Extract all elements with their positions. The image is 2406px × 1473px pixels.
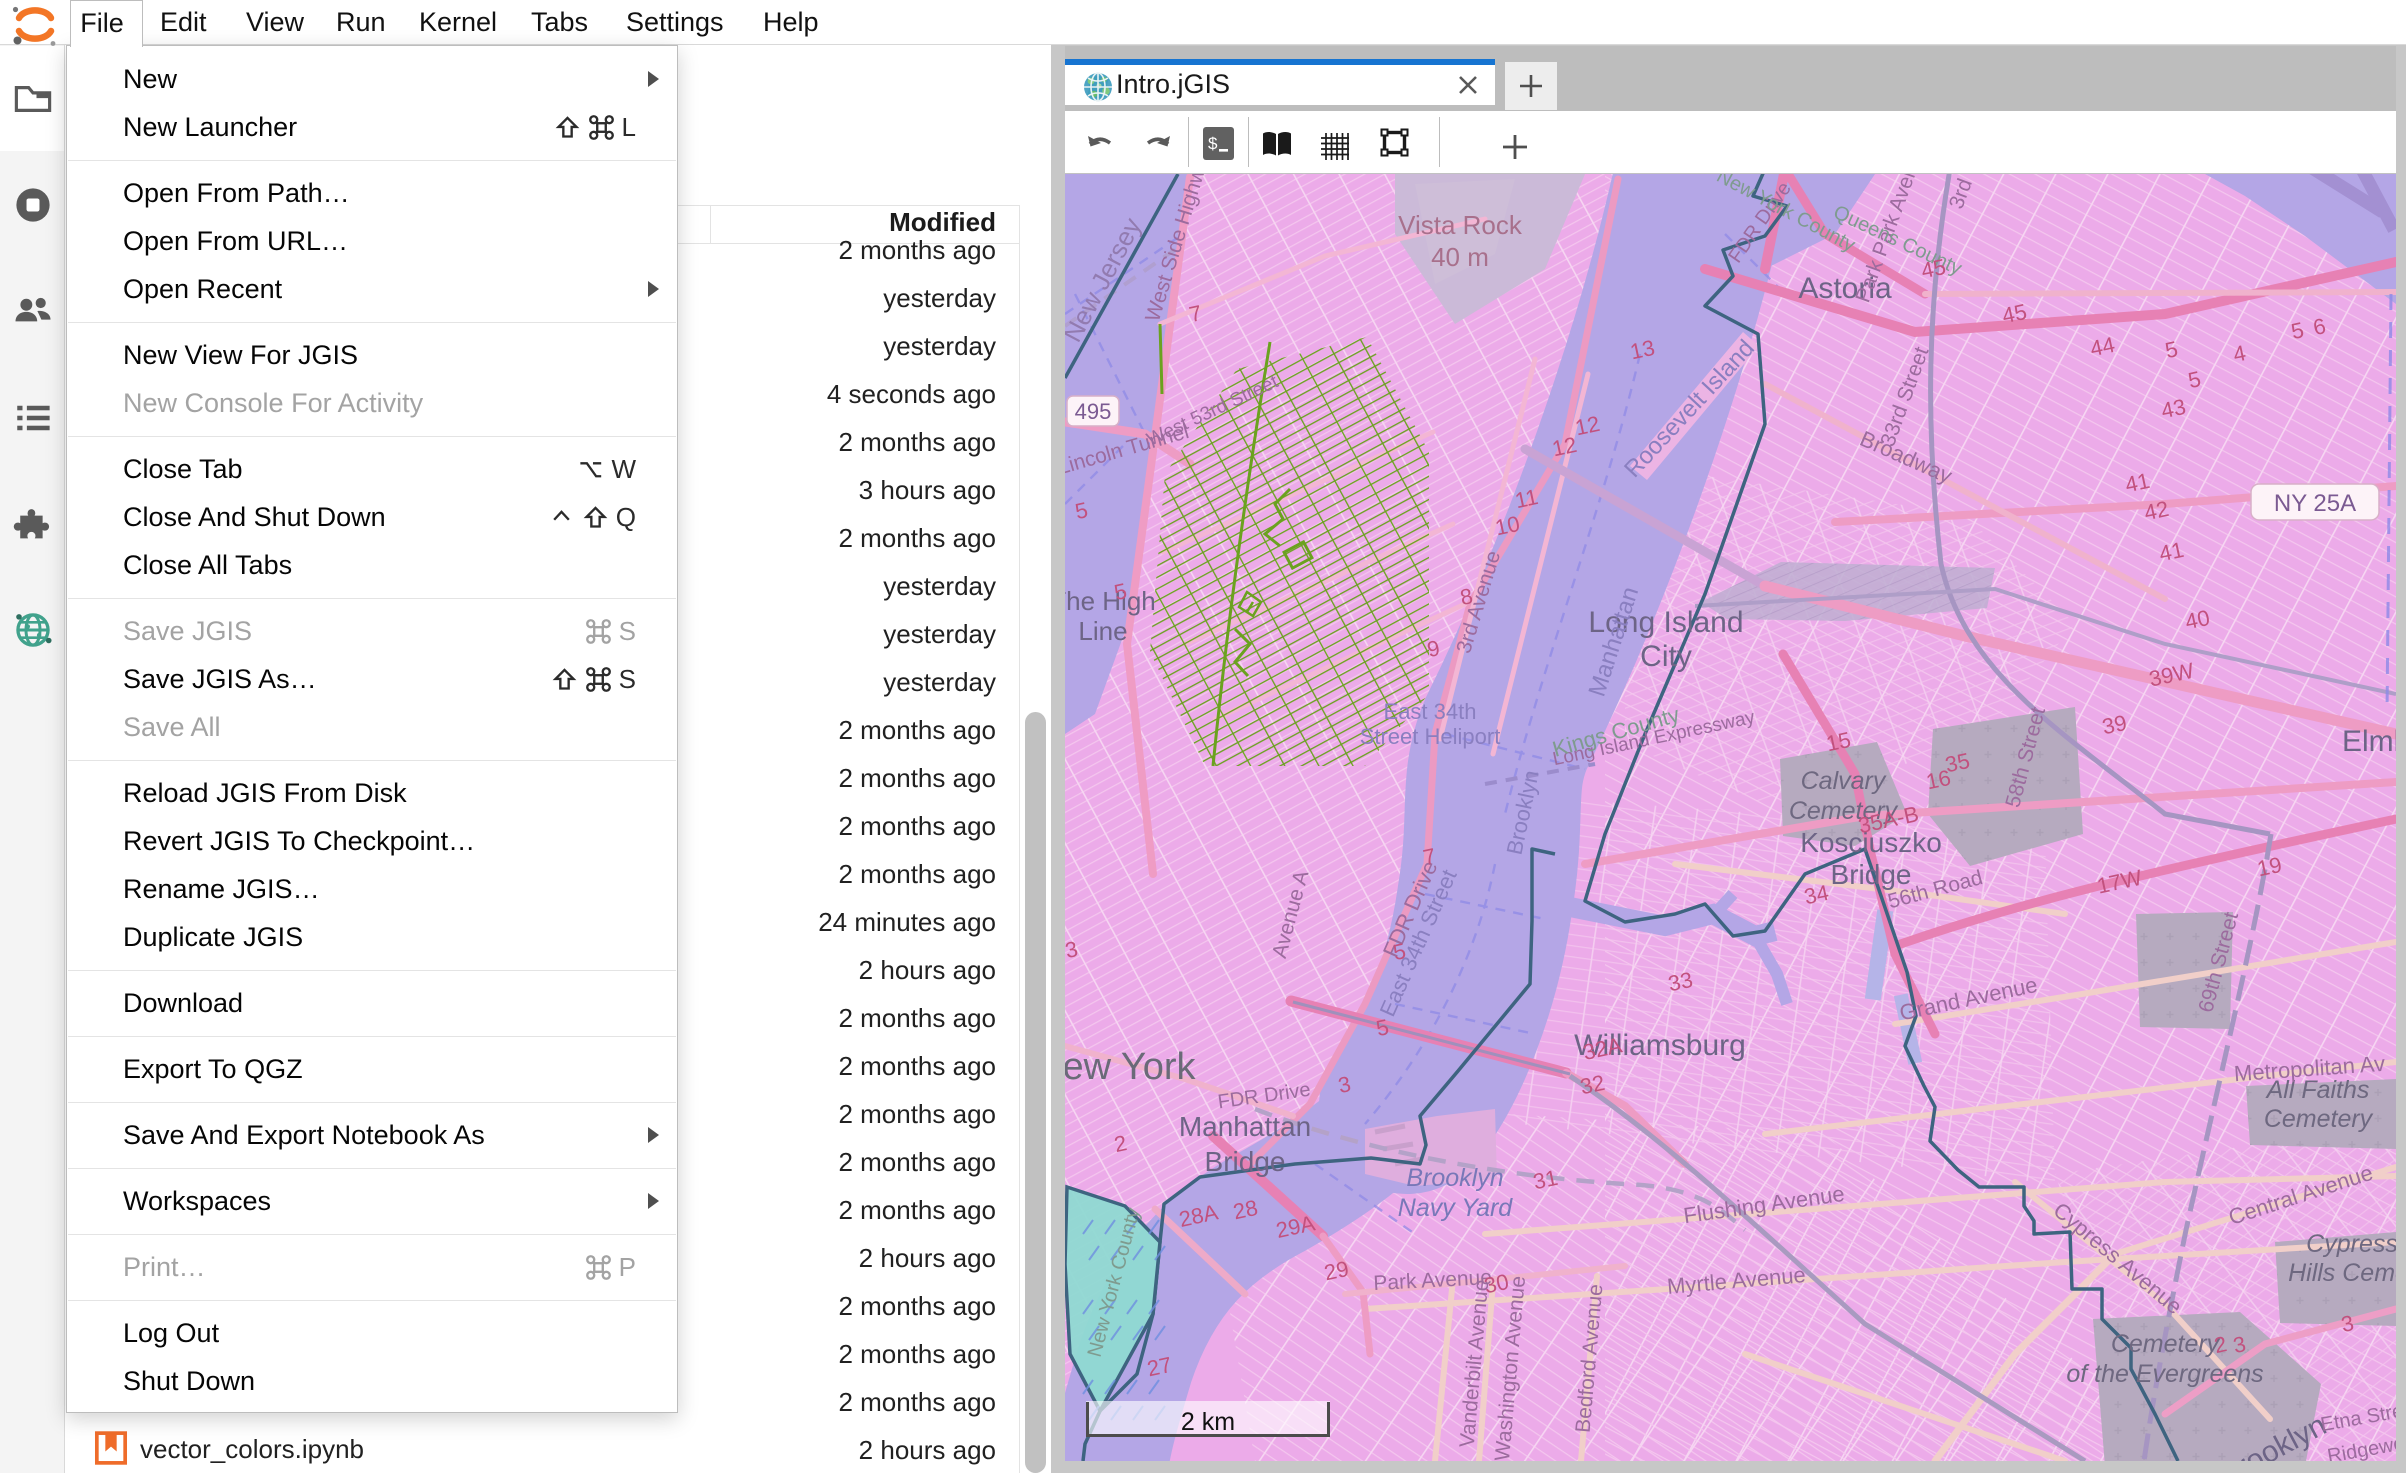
svg-text:28: 28 [1231,1195,1260,1225]
svg-text:Calvary: Calvary [1801,767,1887,795]
svg-text:ew York: ew York [1065,1046,1197,1088]
svg-text:33: 33 [1666,967,1695,997]
svg-text:Brooklyn: Brooklyn [1406,1164,1503,1192]
svg-text:East 34th: East 34th [1384,699,1477,724]
svg-text:44: 44 [2088,332,2117,362]
svg-text:42: 42 [2142,496,2171,526]
svg-text:39: 39 [2100,710,2129,740]
svg-text:15: 15 [1824,727,1853,757]
svg-text:Cypress: Cypress [2306,1230,2396,1258]
svg-text:Bridge: Bridge [1831,859,1912,890]
svg-text:Line: Line [1078,616,1127,646]
svg-text:12: 12 [1550,432,1579,462]
svg-text:29: 29 [1322,1256,1351,1286]
svg-text:$: $ [1208,134,1218,153]
svg-text:495: 495 [1075,399,1112,424]
svg-text:45: 45 [2000,299,2029,329]
svg-text:The High: The High [1065,586,1156,616]
svg-text:Vista Rock: Vista Rock [1398,210,1523,240]
svg-text:27: 27 [1145,1352,1174,1382]
svg-text:13: 13 [1628,335,1657,365]
svg-text:40: 40 [2183,605,2212,635]
svg-text:10: 10 [1493,511,1522,541]
svg-text:2 km: 2 km [1181,1408,1235,1436]
svg-text:NY 25A: NY 25A [2274,490,2356,517]
svg-text:31: 31 [1531,1165,1560,1195]
svg-text:32: 32 [1578,1070,1607,1100]
svg-text:41: 41 [2123,468,2152,498]
svg-text:45: 45 [1919,254,1948,284]
svg-text:Bridge: Bridge [1205,1146,1286,1177]
svg-text:19: 19 [2255,852,2284,882]
svg-text:40 m: 40 m [1431,242,1489,272]
svg-text:12: 12 [1573,411,1602,441]
svg-text:City: City [1640,640,1692,673]
svg-text:of the Evergreens: of the Evergreens [2066,1360,2263,1388]
svg-text:16: 16 [1924,765,1953,795]
svg-text:Street Heliport: Street Heliport [1360,724,1501,749]
svg-text:30: 30 [1482,1269,1511,1299]
svg-text:Cemetery: Cemetery [2264,1105,2374,1133]
svg-text:Cemetery: Cemetery [2111,1330,2221,1358]
svg-text:Hills Cemet: Hills Cemet [2288,1259,2396,1287]
svg-text:43: 43 [2159,394,2188,424]
svg-text:34: 34 [1802,880,1831,910]
svg-text:Navy Yard: Navy Yard [1398,1194,1514,1222]
svg-text:Elmhurst: Elmhurst [2342,725,2396,758]
svg-text:41: 41 [2157,537,2186,567]
svg-text:Manhattan: Manhattan [1179,1111,1311,1142]
